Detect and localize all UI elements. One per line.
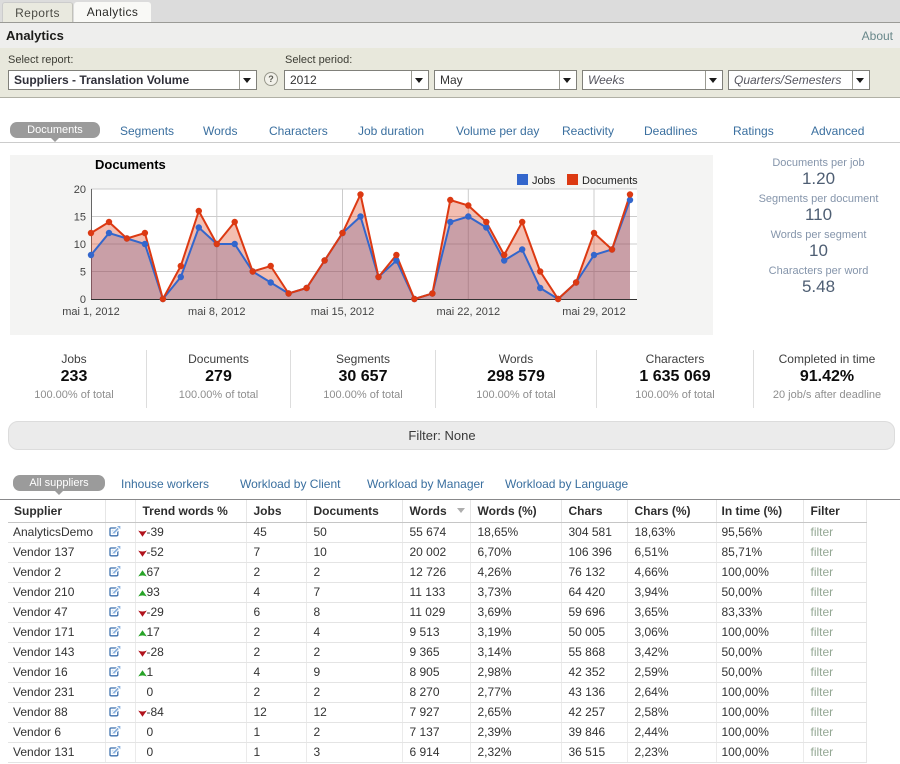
svg-text:10: 10: [74, 239, 86, 251]
svg-text:mai 29, 2012: mai 29, 2012: [562, 306, 626, 318]
svg-text:15: 15: [74, 212, 86, 224]
svg-text:0: 0: [80, 294, 86, 306]
svg-text:Jobs: Jobs: [532, 175, 556, 187]
svg-text:mai 8, 2012: mai 8, 2012: [188, 306, 245, 318]
svg-text:Documents: Documents: [582, 175, 638, 187]
svg-text:Documents: Documents: [95, 157, 166, 172]
svg-text:20: 20: [74, 184, 86, 196]
svg-text:mai 1, 2012: mai 1, 2012: [62, 306, 119, 318]
svg-text:mai 15, 2012: mai 15, 2012: [311, 306, 375, 318]
svg-text:mai 22, 2012: mai 22, 2012: [436, 306, 500, 318]
svg-text:5: 5: [80, 267, 86, 279]
